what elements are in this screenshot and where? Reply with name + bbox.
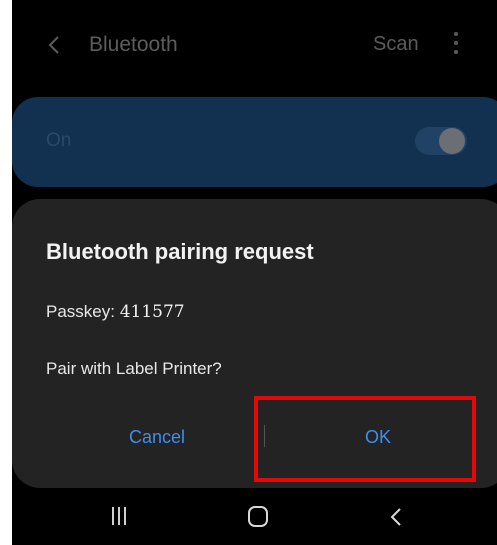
passkey-value: 411577 xyxy=(119,302,185,322)
toggle-knob xyxy=(439,128,465,154)
phone-screen: Bluetooth Scan On Bluetooth pairing requ… xyxy=(12,0,497,545)
bluetooth-state-label: On xyxy=(46,130,72,151)
passkey-row: Passkey: 411577 xyxy=(46,302,185,322)
nav-back-icon[interactable] xyxy=(389,506,403,528)
dialog-title: Bluetooth pairing request xyxy=(46,239,314,264)
ok-button[interactable]: OK xyxy=(267,411,489,463)
pairing-dialog: Bluetooth pairing request Passkey: 41157… xyxy=(12,199,497,488)
pair-question: Pair with Label Printer? xyxy=(46,359,222,378)
scan-button[interactable]: Scan xyxy=(373,33,419,56)
cancel-button[interactable]: Cancel xyxy=(52,411,262,463)
bluetooth-toggle-card[interactable]: On xyxy=(12,97,497,187)
more-options-icon[interactable] xyxy=(452,32,460,58)
navigation-bar xyxy=(12,488,497,545)
passkey-label: Passkey: xyxy=(46,302,120,321)
button-divider xyxy=(264,425,265,447)
bluetooth-toggle-switch[interactable] xyxy=(415,127,467,155)
recent-apps-icon[interactable] xyxy=(112,507,130,525)
home-icon[interactable] xyxy=(248,506,268,527)
page-title: Bluetooth xyxy=(89,33,178,56)
back-arrow-icon[interactable] xyxy=(46,34,64,56)
app-header: Bluetooth Scan xyxy=(12,0,497,90)
